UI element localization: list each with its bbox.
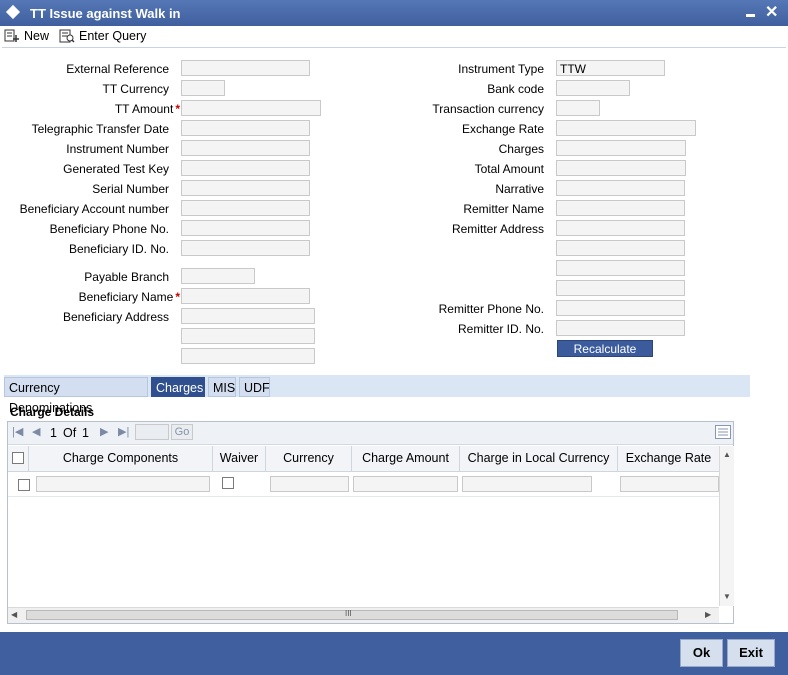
go-button[interactable]: Go	[171, 424, 193, 440]
window-title: TT Issue against Walk in	[30, 6, 181, 21]
col-exchange-rate[interactable]: Exchange Rate	[618, 446, 719, 471]
footer-bar	[0, 632, 788, 675]
charges-label: Charges	[498, 142, 544, 156]
minimize-icon[interactable]	[745, 6, 757, 20]
toolbar: New Enter Query	[0, 26, 788, 46]
next-page-icon[interactable]: ▶	[100, 425, 108, 438]
exit-button[interactable]: Exit	[727, 639, 775, 667]
narrative-label: Narrative	[495, 182, 544, 196]
charge-details-grid: |◀ ◀ 1 Of 1 ▶ ▶| Go Charge Components Wa…	[7, 421, 734, 624]
scroll-left-icon[interactable]: ◀	[11, 610, 17, 619]
recalculate-button[interactable]: Recalculate	[557, 340, 653, 357]
page-total: 1	[82, 426, 89, 440]
currency-cell[interactable]	[270, 476, 349, 492]
col-charge-components[interactable]: Charge Components	[29, 446, 213, 471]
tt-issue-window: TT Issue against Walk in ✕ New Enter Que…	[0, 0, 788, 675]
col-charge-local-currency[interactable]: Charge in Local Currency	[460, 446, 618, 471]
transaction-currency-input[interactable]	[556, 100, 600, 116]
waiver-checkbox[interactable]	[222, 477, 234, 489]
col-currency[interactable]: Currency	[266, 446, 352, 471]
remitter-address-line4-input[interactable]	[556, 280, 685, 296]
remitter-address-line1-input[interactable]	[556, 220, 685, 236]
remitter-name-label: Remitter Name	[463, 202, 544, 216]
payable-branch-input[interactable]	[181, 268, 255, 284]
charge-amount-cell[interactable]	[353, 476, 458, 492]
new-label: New	[24, 29, 50, 43]
remitter-address-line2-input[interactable]	[556, 240, 685, 256]
ok-button[interactable]: Ok	[680, 639, 723, 667]
beneficiary-id-no-label: Beneficiary ID. No.	[68, 242, 169, 256]
first-page-icon[interactable]: |◀	[12, 425, 23, 438]
select-all-checkbox[interactable]	[12, 452, 24, 464]
charge-component-cell[interactable]	[36, 476, 210, 492]
remitter-id-no-label: Remitter ID. No.	[457, 322, 544, 336]
col-charge-amount[interactable]: Charge Amount	[352, 446, 460, 471]
grid-header: Charge Components Waiver Currency Charge…	[8, 446, 719, 472]
charge-details-title: Charge Details	[10, 405, 95, 419]
new-record-icon	[4, 29, 19, 42]
enter-query-label: Enter Query	[79, 29, 147, 43]
tab-strip: Currency Denominations Charges MIS UDF	[4, 375, 750, 415]
total-amount-label: Total Amount	[474, 162, 544, 176]
beneficiary-id-no-input[interactable]	[181, 240, 310, 256]
window-diamond-icon	[5, 4, 21, 20]
page-number-input[interactable]	[135, 424, 169, 440]
remitter-address-line3-input[interactable]	[556, 260, 685, 276]
exchange-rate-input[interactable]	[556, 120, 696, 136]
col-waiver[interactable]: Waiver	[213, 446, 266, 471]
exchange-rate-label: Exchange Rate	[461, 122, 544, 136]
page-of-label: Of	[63, 426, 77, 440]
remitter-id-no-input[interactable]	[556, 320, 685, 336]
enter-query-icon	[59, 29, 75, 43]
pager: |◀ ◀ 1 Of 1 ▶ ▶| Go	[8, 422, 733, 445]
beneficiary-address-line3-input[interactable]	[181, 348, 315, 364]
scroll-down-icon[interactable]: ▼	[723, 592, 731, 601]
remitter-phone-no-input[interactable]	[556, 300, 685, 316]
narrative-input[interactable]	[556, 180, 685, 196]
tab-currency-denominations[interactable]: Currency Denominations	[4, 377, 148, 415]
remitter-name-input[interactable]	[556, 200, 685, 216]
row-select-checkbox[interactable]	[18, 479, 30, 491]
scroll-grip: III	[345, 609, 352, 618]
scroll-up-icon[interactable]: ▲	[723, 450, 731, 459]
instrument-type-input[interactable]: TTW	[556, 60, 665, 76]
scroll-right-icon[interactable]: ▶	[705, 610, 711, 619]
toolbar-divider	[2, 47, 786, 48]
bank-code-label: Bank code	[487, 82, 544, 96]
grid-settings-icon[interactable]	[715, 425, 731, 439]
remitter-address-label: Remitter Address	[451, 222, 544, 236]
grid-settings-svg	[715, 425, 731, 439]
exchange-rate-cell[interactable]	[620, 476, 719, 492]
enter-query-button[interactable]: Enter Query	[59, 28, 146, 44]
header-select-cell	[8, 446, 29, 471]
charge-local-currency-cell[interactable]	[462, 476, 592, 492]
tab-charges[interactable]: Charges	[151, 377, 205, 397]
last-page-icon[interactable]: ▶|	[118, 425, 129, 438]
horizontal-scrollbar[interactable]: ◀ III ▶	[8, 607, 719, 623]
payable-branch-label: Payable Branch	[84, 270, 169, 284]
remitter-phone-no-label: Remitter Phone No.	[438, 302, 544, 316]
previous-page-icon[interactable]: ◀	[32, 425, 40, 438]
transaction-currency-label: Transaction currency	[432, 102, 544, 116]
title-bar: TT Issue against Walk in ✕	[0, 0, 788, 26]
tab-udf[interactable]: UDF	[239, 377, 270, 397]
horizontal-scroll-thumb[interactable]: III	[26, 609, 678, 620]
total-amount-input[interactable]	[556, 160, 686, 176]
charges-input[interactable]	[556, 140, 686, 156]
close-icon[interactable]: ✕	[765, 2, 778, 22]
new-button[interactable]: New	[4, 28, 49, 44]
tab-mis[interactable]: MIS	[208, 377, 236, 397]
table-row	[8, 472, 719, 497]
bank-code-input[interactable]	[556, 80, 630, 96]
page-current: 1	[50, 426, 57, 440]
vertical-scrollbar[interactable]: ▲ ▼	[719, 446, 734, 606]
instrument-type-label: Instrument Type	[458, 62, 544, 76]
